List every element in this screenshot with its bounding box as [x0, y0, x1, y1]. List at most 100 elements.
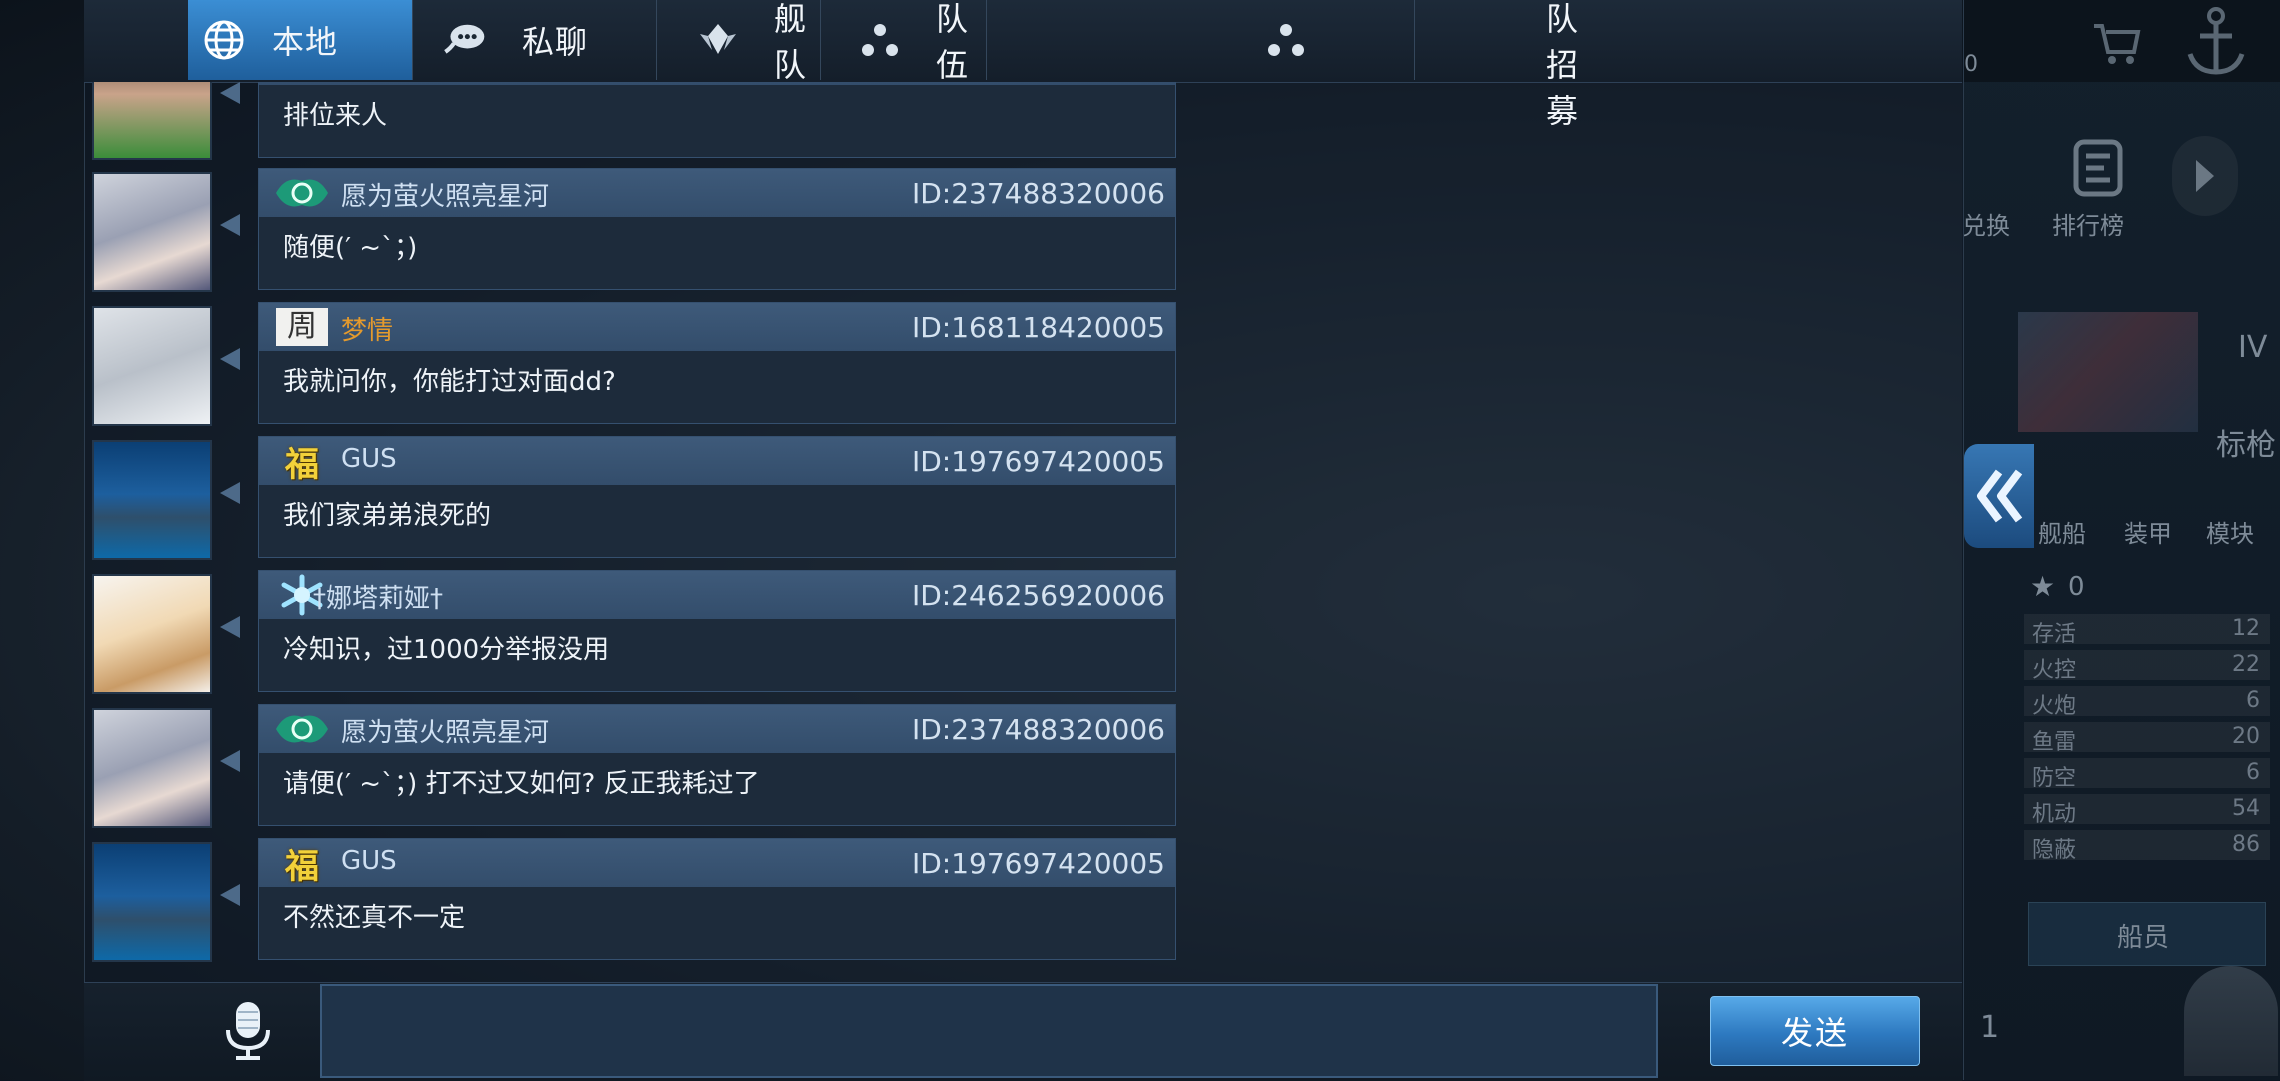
chevron-right-icon [2196, 160, 2214, 192]
tab-fleet-recruit[interactable]: 舰队招募 [986, 0, 1578, 130]
collapse-panel-button[interactable] [1964, 444, 2034, 548]
bubble-pointer [220, 348, 240, 370]
message-header: 周梦情 ID:168118420005 [259, 303, 1175, 351]
exchange-label: 兑换 [1962, 212, 2010, 240]
message-header: 愿为萤火照亮星河 ID:237488320006 [259, 169, 1175, 217]
username[interactable]: 愿为萤火照亮星河 [341, 712, 549, 749]
bubble-pointer [220, 750, 240, 772]
user-id: ID:237488320006 [911, 177, 1165, 210]
tab-private[interactable]: 私聊 [414, 0, 657, 80]
crew-button[interactable]: 船员 [2028, 902, 2266, 966]
tab-ship-label: 舰船 [2038, 520, 2086, 548]
stat-row: 隐蔽 86 [2024, 830, 2270, 863]
stat-label: 隐蔽 [2032, 838, 2077, 863]
anchor-icon [2187, 7, 2245, 75]
bubble-pointer [220, 616, 240, 638]
send-button[interactable]: 发送 [1710, 996, 1920, 1066]
globe-icon [202, 18, 246, 62]
fleet-icon [696, 18, 740, 62]
tab-armor-label: 装甲 [2124, 520, 2172, 548]
stat-value: 22 [2232, 652, 2260, 677]
chat-bubble-icon [442, 18, 486, 62]
chat-message: 福 GUS ID:197697420005 我们家弟弟浪死的 [84, 436, 1184, 564]
username[interactable]: †娜塔莉娅† [313, 578, 443, 615]
ship-tier: IV [2238, 330, 2268, 365]
user-id: ID:197697420005 [911, 445, 1165, 478]
username[interactable]: 梦情 [341, 310, 393, 347]
leaderboard-icon [2073, 139, 2123, 197]
tab-fleet[interactable]: 舰队 [656, 0, 821, 84]
crew-count: 1 [1980, 1010, 2000, 1045]
next-arrow-button[interactable] [2172, 136, 2238, 216]
star-icon: ★ [2030, 570, 2056, 603]
message-list[interactable]: 排位来人愿为萤火照亮星河 ID:237488320006 随便(′ ~`；) 周梦情 I… [84, 82, 1184, 982]
message-header: 福 GUS ID:197697420005 [259, 437, 1175, 485]
stat-label: 火炮 [2032, 694, 2077, 719]
stat-value: 20 [2232, 724, 2260, 749]
microphone-button[interactable] [220, 1000, 276, 1062]
stat-value: 6 [2246, 760, 2260, 785]
team-dots-icon [1264, 18, 1308, 62]
message-header: 福 GUS ID:197697420005 [259, 839, 1175, 887]
leaderboard-button[interactable]: 排行榜 [2044, 130, 2154, 240]
avatar[interactable] [92, 82, 212, 160]
leaderboard-label: 排行榜 [2052, 212, 2124, 240]
microphone-icon [226, 1002, 270, 1060]
avatar[interactable] [92, 842, 212, 962]
fu-emblem-icon: 福 [285, 444, 319, 485]
stat-row: 防空 6 [2024, 758, 2270, 791]
character-emblem-icon: 周 [271, 306, 333, 348]
stat-row: 火炮 6 [2024, 686, 2270, 719]
username[interactable]: GUS [341, 444, 397, 474]
team-dots-icon [860, 18, 900, 62]
user-id: ID:197697420005 [911, 847, 1165, 880]
user-id: ID:237488320006 [911, 713, 1165, 746]
stat-label: 存活 [2032, 622, 2077, 647]
ship-type: 标枪 [2216, 428, 2276, 463]
chat-message: 周梦情 ID:168118420005 我就问你，你能打过对面dd? [84, 302, 1184, 430]
username[interactable]: GUS [341, 846, 397, 876]
captain-avatar[interactable] [2184, 966, 2278, 1076]
stat-value: 86 [2232, 832, 2260, 857]
avatar[interactable] [92, 172, 212, 292]
message-bubble: 排位来人 [258, 82, 1176, 158]
message-bubble: 周梦情 ID:168118420005 我就问你，你能打过对面dd? [258, 302, 1176, 424]
ship-image [2018, 312, 2198, 432]
bubble-pointer [220, 82, 240, 104]
user-id: ID:168118420005 [911, 311, 1165, 344]
username[interactable]: 愿为萤火照亮星河 [341, 176, 549, 213]
user-id: ID:246256920006 [911, 579, 1165, 612]
chat-message: 愿为萤火照亮星河 ID:237488320006 随便(′ ~`；) [84, 168, 1184, 296]
chat-tab-bar: 本地 私聊 舰队 队伍 队招募 [84, 0, 1962, 130]
star-count: 0 [2068, 572, 2085, 602]
exchange-button[interactable]: 兑换 [1962, 130, 2032, 240]
avatar[interactable] [92, 574, 212, 694]
chat-input[interactable] [320, 984, 1658, 1078]
message-text: 请便(′ ~`；) 打不过又如何? 反正我耗过了 [283, 769, 760, 799]
message-text: 我们家弟弟浪死的 [283, 501, 492, 531]
fu-emblem-icon: 福 [285, 846, 319, 887]
tab-local[interactable]: 本地 [188, 0, 413, 80]
tab-module[interactable]: 模块 [2202, 478, 2278, 548]
stat-row: 机动 54 [2024, 794, 2270, 827]
stat-label: 防空 [2032, 766, 2077, 791]
message-bubble: †娜塔莉娅† ID:246256920006 冷知识，过1000分举报没用 [258, 570, 1176, 692]
chat-message: 愿为萤火照亮星河 ID:237488320006 请便(′ ~`；) 打不过又如何?… [84, 704, 1184, 832]
tab-armor[interactable]: 装甲 [2120, 478, 2196, 548]
tab-module-label: 模块 [2206, 520, 2254, 548]
message-bubble: 愿为萤火照亮星河 ID:237488320006 请便(′ ~`；) 打不过又如何?… [258, 704, 1176, 826]
message-text: 我就问你，你能打过对面dd? [283, 367, 616, 397]
stat-value: 12 [2232, 616, 2260, 641]
stat-label: 鱼雷 [2032, 730, 2077, 755]
stat-label: 火控 [2032, 658, 2077, 683]
avatar[interactable] [92, 440, 212, 560]
tab-team[interactable]: 队伍 [820, 0, 987, 84]
bubble-pointer [220, 482, 240, 504]
message-text: 排位来人 [283, 101, 388, 131]
tab-ship[interactable]: 舰船 [2034, 478, 2110, 548]
chat-message: †娜塔莉娅† ID:246256920006 冷知识，过1000分举报没用 [84, 570, 1184, 698]
double-chevron-left-icon [1977, 469, 2023, 523]
avatar[interactable] [92, 708, 212, 828]
message-text: 随便(′ ~`；) [283, 233, 418, 263]
avatar[interactable] [92, 306, 212, 426]
